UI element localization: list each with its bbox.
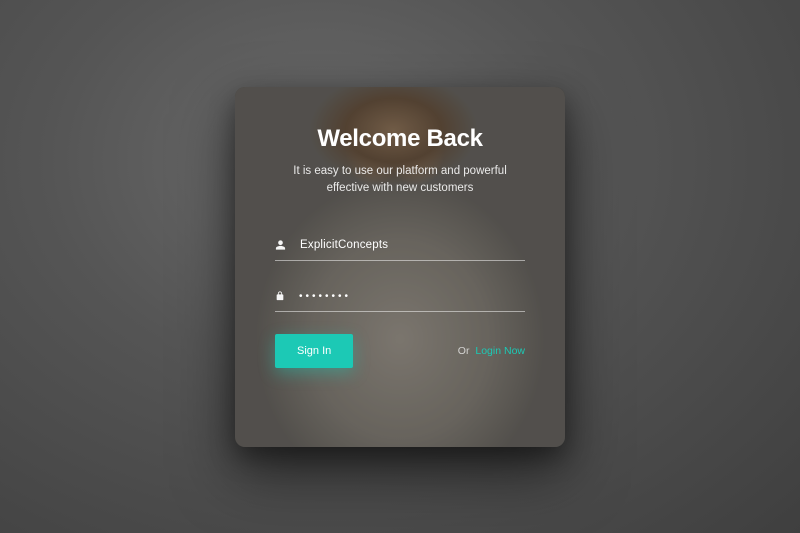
subtitle-line-1: It is easy to use our platform and power… [293, 165, 507, 177]
lock-icon [275, 290, 285, 302]
password-field-wrap [275, 283, 525, 312]
page-subtitle: It is easy to use our platform and power… [275, 163, 525, 199]
login-now-link[interactable]: Login Now [475, 345, 525, 357]
user-icon [275, 239, 286, 251]
form-actions: Sign In Or Login Now [275, 334, 525, 368]
password-input[interactable] [299, 291, 525, 302]
subtitle-line-2: effective with new customers [327, 182, 474, 194]
username-field-wrap [275, 232, 525, 261]
card-content: Welcome Back It is easy to use our platf… [235, 87, 565, 447]
page-title: Welcome Back [275, 125, 525, 153]
login-alt: Or Login Now [458, 345, 525, 357]
login-card: Welcome Back It is easy to use our platf… [235, 87, 565, 447]
username-input[interactable] [300, 239, 525, 251]
signin-button[interactable]: Sign In [275, 334, 353, 368]
login-form: Sign In Or Login Now [275, 232, 525, 368]
or-text: Or [458, 345, 470, 357]
